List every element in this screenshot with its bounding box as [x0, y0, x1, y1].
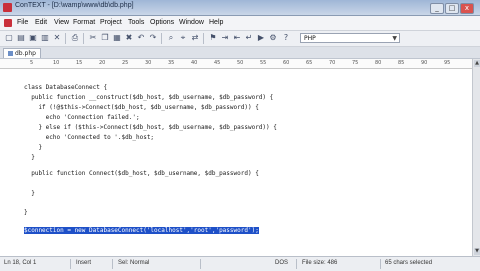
ruler-mark: 10 — [53, 60, 60, 66]
app-icon — [3, 3, 12, 12]
selection-mode: Sel: Normal — [118, 260, 150, 266]
ruler-mark: 50 — [237, 60, 244, 66]
php-file-icon — [8, 51, 13, 56]
vertical-scrollbar[interactable]: ▲ ▼ — [472, 59, 480, 256]
ruler-mark: 35 — [168, 60, 175, 66]
status-divider — [112, 259, 113, 269]
code-line: } — [24, 154, 35, 161]
status-divider — [380, 259, 381, 269]
save-all-icon[interactable]: ▥ — [40, 33, 50, 43]
status-divider — [296, 259, 297, 269]
code-line: } — [24, 209, 28, 216]
code-line: class DatabaseConnect { — [24, 84, 108, 91]
menu-bar: File Edit View Format Project Tools Opti… — [0, 16, 480, 31]
status-divider — [200, 259, 201, 269]
close-button[interactable]: x — [460, 3, 474, 14]
toolbar-divider — [203, 33, 204, 44]
code-line: if (!@$this->Connect($db_host, $db_usern… — [24, 104, 259, 111]
undo-icon[interactable]: ↶ — [136, 33, 146, 43]
menu-help[interactable]: Help — [209, 19, 223, 26]
highlighter-value: PHP — [304, 35, 316, 42]
code-editor[interactable]: class DatabaseConnect { public function … — [0, 69, 472, 256]
ruler-mark: 70 — [329, 60, 336, 66]
ruler-mark: 75 — [352, 60, 359, 66]
column-ruler: 5 10 15 20 25 30 35 40 45 50 55 60 65 70… — [0, 59, 472, 69]
save-icon[interactable]: ▣ — [28, 33, 38, 43]
ruler-mark: 20 — [99, 60, 106, 66]
file-tab-bar: db.php — [0, 47, 480, 59]
ruler-mark: 30 — [145, 60, 152, 66]
edit-mode: Insert — [76, 260, 92, 266]
find-icon[interactable]: ⌕ — [166, 33, 176, 43]
toolbar-divider — [161, 33, 162, 44]
code-line: } — [24, 190, 35, 197]
new-file-icon[interactable]: ▢ — [4, 33, 14, 43]
chevron-down-icon: ▼ — [392, 35, 397, 42]
tab-label: db.php — [15, 50, 36, 57]
code-line: } — [24, 144, 43, 151]
window-title: ConTEXT - [D:\wamp\www\db\db.php] — [15, 2, 134, 9]
run-icon[interactable]: ▶ — [256, 33, 266, 43]
menu-format[interactable]: Format — [73, 19, 95, 26]
ruler-mark: 25 — [122, 60, 129, 66]
ruler-mark: 60 — [283, 60, 290, 66]
status-bar: Ln 18, Col 1 Insert Sel: Normal DOS File… — [0, 256, 480, 271]
menu-window[interactable]: Window — [179, 19, 204, 26]
scroll-down-icon[interactable]: ▼ — [474, 248, 480, 255]
selected-code-line: $connection = new DatabaseConnect('local… — [24, 227, 259, 234]
menu-edit[interactable]: Edit — [35, 19, 47, 26]
menu-file[interactable]: File — [17, 19, 28, 26]
code-line: echo 'Connection failed.'; — [24, 114, 140, 121]
ruler-mark: 45 — [214, 60, 221, 66]
help-icon[interactable]: ? — [281, 33, 291, 43]
tab-db-php[interactable]: db.php — [3, 48, 41, 58]
minimize-button[interactable]: _ — [430, 3, 444, 14]
ruler-mark: 55 — [260, 60, 267, 66]
file-size: File size: 486 — [302, 260, 338, 266]
code-line: public function Connect($db_host, $db_us… — [24, 170, 259, 177]
close-file-icon[interactable]: ✕ — [52, 33, 62, 43]
code-line: } else if ($this->Connect($db_host, $db_… — [24, 124, 277, 131]
code-line: echo 'Connected to '.$db_host; — [24, 134, 155, 141]
code-line: public function __construct($db_host, $d… — [24, 94, 274, 101]
delete-icon[interactable]: ✖ — [124, 33, 134, 43]
copy-icon[interactable]: ❐ — [100, 33, 110, 43]
ruler-mark: 85 — [398, 60, 405, 66]
indent-icon[interactable]: ⇥ — [220, 33, 230, 43]
maximize-button[interactable]: □ — [445, 3, 459, 14]
find-next-icon[interactable]: ⌖ — [178, 33, 188, 43]
menu-tools[interactable]: Tools — [128, 19, 144, 26]
scroll-up-icon[interactable]: ▲ — [474, 60, 480, 67]
toolbar-divider — [65, 33, 66, 44]
selected-chars: 65 chars selected — [385, 260, 433, 266]
print-icon[interactable]: ⎙ — [70, 33, 80, 43]
open-file-icon[interactable]: ▤ — [16, 33, 26, 43]
menu-options[interactable]: Options — [150, 19, 174, 26]
paste-icon[interactable]: ▦ — [112, 33, 122, 43]
bookmark-icon[interactable]: ⚑ — [208, 33, 218, 43]
ruler-mark: 90 — [421, 60, 428, 66]
ruler-mark: 40 — [191, 60, 198, 66]
ruler-mark: 5 — [30, 60, 34, 66]
ruler-mark: 80 — [375, 60, 382, 66]
outdent-icon[interactable]: ⇤ — [232, 33, 242, 43]
cursor-position: Ln 18, Col 1 — [4, 260, 37, 266]
line-ending: DOS — [275, 260, 289, 266]
settings-icon[interactable]: ⚙ — [268, 33, 278, 43]
redo-icon[interactable]: ↷ — [148, 33, 158, 43]
toolbar-divider — [83, 33, 84, 44]
document-icon — [4, 19, 12, 27]
title-bar: ConTEXT - [D:\wamp\www\db\db.php] _ □ x — [0, 0, 480, 16]
word-wrap-icon[interactable]: ↵ — [244, 33, 254, 43]
menu-view[interactable]: View — [54, 19, 69, 26]
toolbar: ▢ ▤ ▣ ▥ ✕ ⎙ ✂ ❐ ▦ ✖ ↶ ↷ ⌕ ⌖ ⇄ ⚑ ⇥ ⇤ ↵ ▶ … — [0, 31, 480, 47]
replace-icon[interactable]: ⇄ — [190, 33, 200, 43]
menu-project[interactable]: Project — [100, 19, 122, 26]
ruler-mark: 15 — [76, 60, 83, 66]
status-divider — [70, 259, 71, 269]
ruler-mark: 65 — [306, 60, 313, 66]
highlighter-select[interactable]: PHP ▼ — [300, 33, 400, 43]
ruler-mark: 95 — [444, 60, 451, 66]
cut-icon[interactable]: ✂ — [88, 33, 98, 43]
